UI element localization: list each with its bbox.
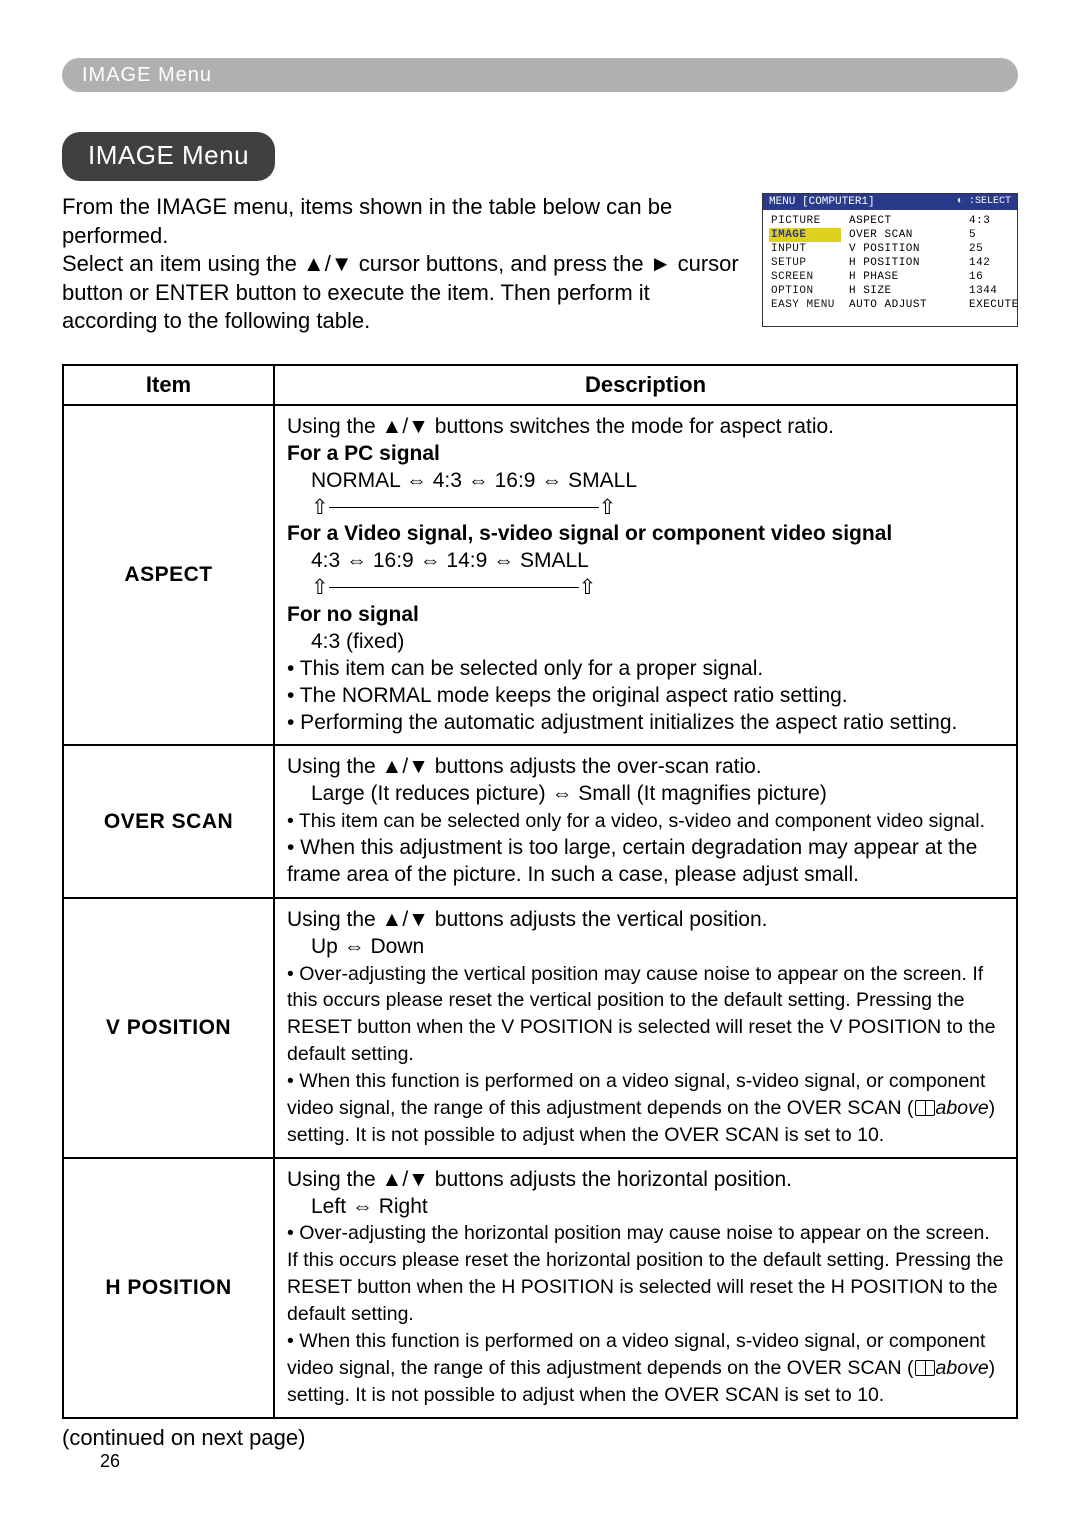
- osd-mid-item: V POSITION: [849, 242, 961, 256]
- breadcrumb: IMAGE Menu: [82, 64, 212, 87]
- page-number: 26: [100, 1451, 1018, 1472]
- row-desc: Using the ▲/▼ buttons adjusts the horizo…: [274, 1158, 1017, 1418]
- osd-left-item: SCREEN: [769, 270, 841, 284]
- osd-right-item: 4:3: [969, 214, 1011, 228]
- osd-right-item: 1344: [969, 284, 1011, 298]
- desc-text: • When this function is performed on a v…: [287, 1330, 985, 1379]
- settings-table: Item Description ASPECT Using the ▲/▼ bu…: [62, 364, 1018, 1419]
- book-icon: [915, 1100, 935, 1116]
- osd-mid-item: H POSITION: [849, 256, 961, 270]
- osd-right-item: 142: [969, 256, 1011, 270]
- osd-right-col: 4:3 5 25 142 16 1344 EXECUTE: [969, 214, 1011, 312]
- table-row: OVER SCAN Using the ▲/▼ buttons adjusts …: [63, 745, 1017, 897]
- nav-icon: ◐: [957, 196, 963, 207]
- osd-mid-item: AUTO ADJUST: [849, 298, 961, 312]
- desc-line: Large (It reduces picture) ⇔ Small (It m…: [287, 781, 1004, 808]
- desc-line: Using the ▲/▼ buttons adjusts the horizo…: [287, 1168, 792, 1191]
- desc-text: above: [936, 1097, 989, 1119]
- desc-bullet: • This item can be selected only for a p…: [287, 657, 763, 680]
- desc-line: Left ⇔ Right: [287, 1194, 1004, 1221]
- desc-bullet: • When this function is performed on a v…: [287, 1070, 995, 1146]
- row-desc: Using the ▲/▼ buttons switches the mode …: [274, 405, 1017, 746]
- osd-right-item: 5: [969, 228, 1011, 242]
- osd-mid-item: H PHASE: [849, 270, 961, 284]
- osd-left-item: INPUT: [769, 242, 841, 256]
- table-row: H POSITION Using the ▲/▼ buttons adjusts…: [63, 1158, 1017, 1418]
- table-row: V POSITION Using the ▲/▼ buttons adjusts…: [63, 898, 1017, 1158]
- desc-heading: For a Video signal, s-video signal or co…: [287, 522, 892, 545]
- row-item: V POSITION: [63, 898, 274, 1158]
- osd-left-item: EASY MENU: [769, 298, 841, 312]
- osd-title-left: MENU [COMPUTER1]: [769, 196, 875, 208]
- desc-line: Using the ▲/▼ buttons adjusts the over-s…: [287, 755, 762, 778]
- table-row: ASPECT Using the ▲/▼ buttons switches th…: [63, 405, 1017, 746]
- intro-text: From the IMAGE menu, items shown in the …: [62, 193, 744, 336]
- desc-heading: For no signal: [287, 603, 419, 626]
- osd-mid-item: ASPECT: [849, 214, 961, 228]
- osd-left-item: IMAGE: [769, 228, 841, 242]
- th-desc: Description: [274, 365, 1017, 405]
- desc-line: 4:3 (fixed): [287, 629, 1004, 656]
- osd-right-item: EXECUTE: [969, 298, 1011, 312]
- desc-bullet: • This item can be selected only for a v…: [287, 810, 985, 832]
- row-item: OVER SCAN: [63, 745, 274, 897]
- row-item: ASPECT: [63, 405, 274, 746]
- desc-bullet: • Over-adjusting the horizontal position…: [287, 1222, 1004, 1325]
- page-title: IMAGE Menu: [62, 132, 275, 181]
- loop-arrow: ⇧⇧: [287, 495, 1004, 522]
- osd-right-item: 25: [969, 242, 1011, 256]
- desc-bullet: • Over-adjusting the vertical position m…: [287, 963, 995, 1066]
- continued-note: (continued on next page): [62, 1425, 1018, 1451]
- row-desc: Using the ▲/▼ buttons adjusts the over-s…: [274, 745, 1017, 897]
- osd-mid-col: ASPECT OVER SCAN V POSITION H POSITION H…: [849, 214, 961, 312]
- osd-left-item: SETUP: [769, 256, 841, 270]
- osd-right-item: 16: [969, 270, 1011, 284]
- desc-line: 4:3 ⇔ 16:9 ⇔ 14:9 ⇔ SMALL: [287, 548, 1004, 575]
- desc-bullet: • Performing the automatic adjustment in…: [287, 711, 957, 734]
- desc-bullet: • When this adjustment is too large, cer…: [287, 836, 977, 886]
- desc-text: above: [936, 1357, 989, 1379]
- desc-line: NORMAL ⇔ 4:3 ⇔ 16:9 ⇔ SMALL: [287, 468, 1004, 495]
- row-desc: Using the ▲/▼ buttons adjusts the vertic…: [274, 898, 1017, 1158]
- osd-mid-item: OVER SCAN: [849, 228, 961, 242]
- th-item: Item: [63, 365, 274, 405]
- desc-line: Up ⇔ Down: [287, 934, 1004, 961]
- osd-mid-item: H SIZE: [849, 284, 961, 298]
- intro-p2: Select an item using the ▲/▼ cursor butt…: [62, 251, 739, 333]
- osd-preview: MENU [COMPUTER1] ◐ :SELECT PICTURE IMAGE…: [762, 193, 1018, 327]
- osd-left-item: OPTION: [769, 284, 841, 298]
- osd-title-right: :SELECT: [969, 196, 1011, 207]
- desc-bullet: • The NORMAL mode keeps the original asp…: [287, 684, 848, 707]
- row-item: H POSITION: [63, 1158, 274, 1418]
- loop-arrow: ⇧⇧: [287, 575, 1004, 602]
- breadcrumb-bar: IMAGE Menu: [62, 58, 1018, 92]
- desc-line: Using the ▲/▼ buttons switches the mode …: [287, 415, 834, 438]
- osd-left-item: PICTURE: [769, 214, 841, 228]
- osd-left-col: PICTURE IMAGE INPUT SETUP SCREEN OPTION …: [769, 214, 841, 312]
- desc-heading: For a PC signal: [287, 442, 440, 465]
- desc-text: • When this function is performed on a v…: [287, 1070, 985, 1119]
- book-icon: [915, 1360, 935, 1376]
- intro-p1: From the IMAGE menu, items shown in the …: [62, 194, 672, 248]
- desc-bullet: • When this function is performed on a v…: [287, 1330, 995, 1406]
- desc-line: Using the ▲/▼ buttons adjusts the vertic…: [287, 908, 767, 931]
